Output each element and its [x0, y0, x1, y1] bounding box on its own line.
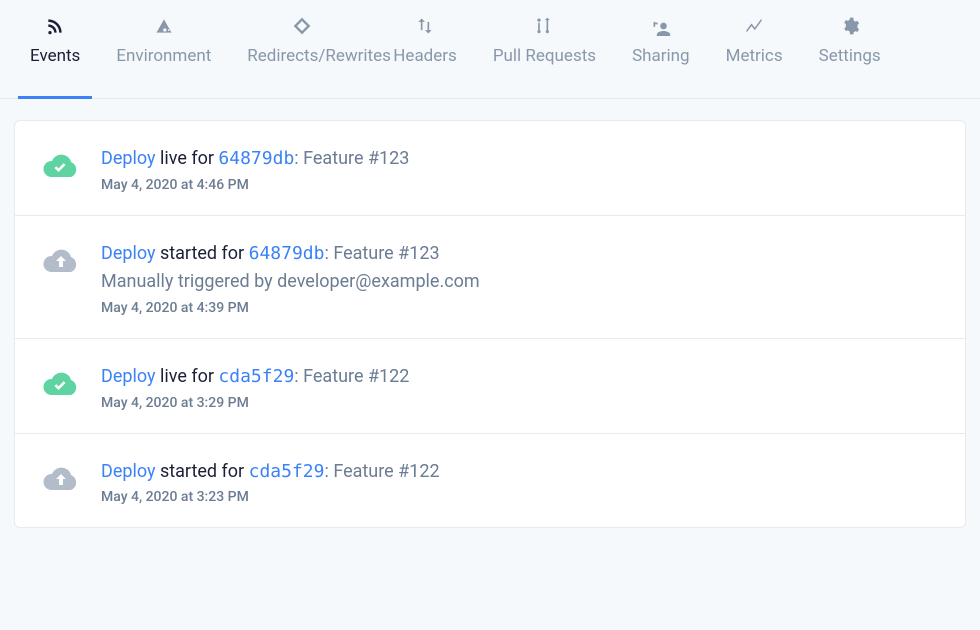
events-panel: Deploy live for 64879db: Feature #123 Ma… [14, 120, 966, 528]
event-row: Deploy started for cda5f29: Feature #122… [15, 434, 965, 528]
commit-hash[interactable]: 64879db [249, 243, 325, 264]
swap-vertical-icon [415, 14, 435, 38]
tab-events[interactable]: Events [12, 0, 98, 99]
event-body: Deploy live for cda5f29: Feature #122 Ma… [101, 363, 937, 411]
chart-line-icon [744, 14, 764, 38]
event-description: Feature #122 [333, 461, 439, 482]
tab-label: Events [30, 46, 80, 67]
event-text: started for [156, 461, 249, 482]
cloud-upload-icon [43, 240, 79, 274]
event-body: Deploy started for cda5f29: Feature #122… [101, 458, 937, 506]
event-row: Deploy live for cda5f29: Feature #122 Ma… [15, 339, 965, 434]
tab-settings[interactable]: Settings [801, 0, 899, 99]
event-text: live for [156, 366, 219, 387]
event-timestamp: May 4, 2020 at 4:46 PM [101, 177, 937, 193]
deploy-link[interactable]: Deploy [101, 366, 156, 387]
event-subtitle: Manually triggered by developer@example.… [101, 268, 937, 296]
event-separator: : [324, 243, 333, 264]
tab-metrics[interactable]: Metrics [708, 0, 801, 99]
event-separator: : [324, 461, 333, 482]
event-timestamp: May 4, 2020 at 3:29 PM [101, 395, 937, 411]
event-description: Feature #123 [333, 243, 439, 264]
tab-label: Headers [393, 46, 457, 67]
pull-request-icon [534, 14, 554, 38]
tab-label: Redirects/Rewrites [247, 46, 357, 67]
event-row: Deploy live for 64879db: Feature #123 Ma… [15, 121, 965, 216]
event-title: Deploy live for 64879db: Feature #123 [101, 145, 937, 173]
event-body: Deploy live for 64879db: Feature #123 Ma… [101, 145, 937, 193]
tab-label: Metrics [726, 46, 783, 67]
cloud-upload-icon [43, 458, 79, 492]
event-description: Feature #122 [303, 366, 409, 387]
event-separator: : [294, 366, 303, 387]
event-separator: : [294, 148, 303, 169]
tab-label: Environment [116, 46, 211, 67]
deploy-link[interactable]: Deploy [101, 461, 156, 482]
event-text: live for [156, 148, 219, 169]
diamond-icon [292, 14, 312, 38]
tab-label: Sharing [632, 46, 690, 67]
tab-pull-requests[interactable]: Pull Requests [475, 0, 614, 99]
cloud-check-icon [43, 145, 79, 179]
cloud-check-icon [43, 363, 79, 397]
tab-label: Settings [819, 46, 881, 67]
event-timestamp: May 4, 2020 at 4:39 PM [101, 300, 937, 316]
rss-icon [45, 14, 65, 38]
tab-environment[interactable]: Environment [98, 0, 229, 99]
deploy-link[interactable]: Deploy [101, 243, 156, 264]
tab-label: Pull Requests [493, 46, 596, 67]
commit-hash[interactable]: cda5f29 [218, 366, 294, 387]
tab-redirects[interactable]: Redirects/Rewrites [229, 0, 375, 99]
event-title: Deploy started for 64879db: Feature #123 [101, 240, 937, 268]
event-timestamp: May 4, 2020 at 3:23 PM [101, 489, 937, 505]
event-description: Feature #123 [303, 148, 409, 169]
event-title: Deploy started for cda5f29: Feature #122 [101, 458, 937, 486]
triangle-gear-icon [154, 14, 174, 38]
event-body: Deploy started for 64879db: Feature #123… [101, 240, 937, 316]
event-text: started for [156, 243, 249, 264]
tab-sharing[interactable]: Sharing [614, 0, 708, 99]
tab-headers[interactable]: Headers [375, 0, 475, 99]
commit-hash[interactable]: cda5f29 [249, 461, 325, 482]
deploy-link[interactable]: Deploy [101, 148, 156, 169]
tab-bar: Events Environment Redirects/Rewrites He… [0, 0, 980, 99]
person-add-icon [651, 14, 671, 38]
event-row: Deploy started for 64879db: Feature #123… [15, 216, 965, 339]
commit-hash[interactable]: 64879db [218, 148, 294, 169]
event-title: Deploy live for cda5f29: Feature #122 [101, 363, 937, 391]
gear-icon [840, 14, 860, 38]
